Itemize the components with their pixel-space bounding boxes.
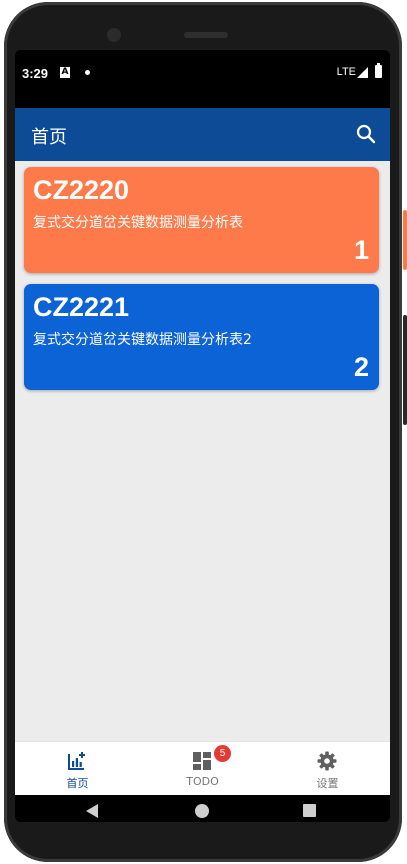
status-bar: 3:29 A LTE (15, 50, 390, 108)
bottom-navigation: 首页 5 TODO 设置 (15, 741, 390, 796)
network-type: LTE (336, 66, 356, 78)
dashboard-icon (193, 752, 211, 770)
list-item-card[interactable]: CZ2220 复式交分道岔关键数据测量分析表 1 (24, 167, 379, 273)
nav-label-settings: 设置 (316, 777, 339, 790)
nav-item-home[interactable]: 首页 (15, 742, 140, 796)
front-camera (107, 28, 121, 42)
recents-icon[interactable] (303, 804, 316, 817)
content-list: CZ2220 复式交分道岔关键数据测量分析表 1 CZ2221 复式交分道岔关键… (15, 161, 390, 741)
battery-icon (375, 63, 382, 78)
status-time: 3:29 (22, 66, 49, 81)
search-icon[interactable] (356, 124, 376, 144)
card-code: CZ2220 (33, 175, 130, 205)
signal-icon (357, 67, 368, 78)
page-title: 首页 (31, 127, 67, 148)
home-icon[interactable] (195, 804, 209, 818)
todo-count-badge: 5 (214, 745, 231, 762)
card-number: 2 (353, 352, 369, 382)
list-item-card[interactable]: CZ2221 复式交分道岔关键数据测量分析表2 2 (24, 284, 379, 390)
back-icon[interactable] (86, 804, 98, 818)
app-bar: 首页 (15, 108, 390, 161)
nav-item-settings[interactable]: 设置 (265, 742, 390, 796)
earpiece-speaker (184, 32, 228, 38)
screen: 3:29 A LTE 首页 CZ2220 复式交分道岔关键数据测量分析表 1 C… (15, 50, 390, 822)
phone-frame: 3:29 A LTE 首页 CZ2220 复式交分道岔关键数据测量分析表 1 C… (0, 0, 407, 864)
nav-label-home: 首页 (66, 777, 89, 790)
chart-add-icon (68, 752, 85, 770)
card-code: CZ2221 (33, 292, 130, 322)
notification-dot-icon (85, 70, 90, 75)
nav-label-todo: TODO (186, 775, 219, 788)
nav-item-todo[interactable]: 5 TODO (140, 742, 265, 796)
card-number: 1 (353, 235, 369, 265)
notification-a-icon: A (60, 67, 70, 78)
volume-button (403, 210, 407, 270)
card-description: 复式交分道岔关键数据测量分析表 (33, 215, 243, 231)
system-navigation-bar (15, 795, 390, 822)
gear-icon (317, 751, 337, 771)
power-button (403, 315, 407, 425)
card-description: 复式交分道岔关键数据测量分析表2 (33, 332, 252, 348)
